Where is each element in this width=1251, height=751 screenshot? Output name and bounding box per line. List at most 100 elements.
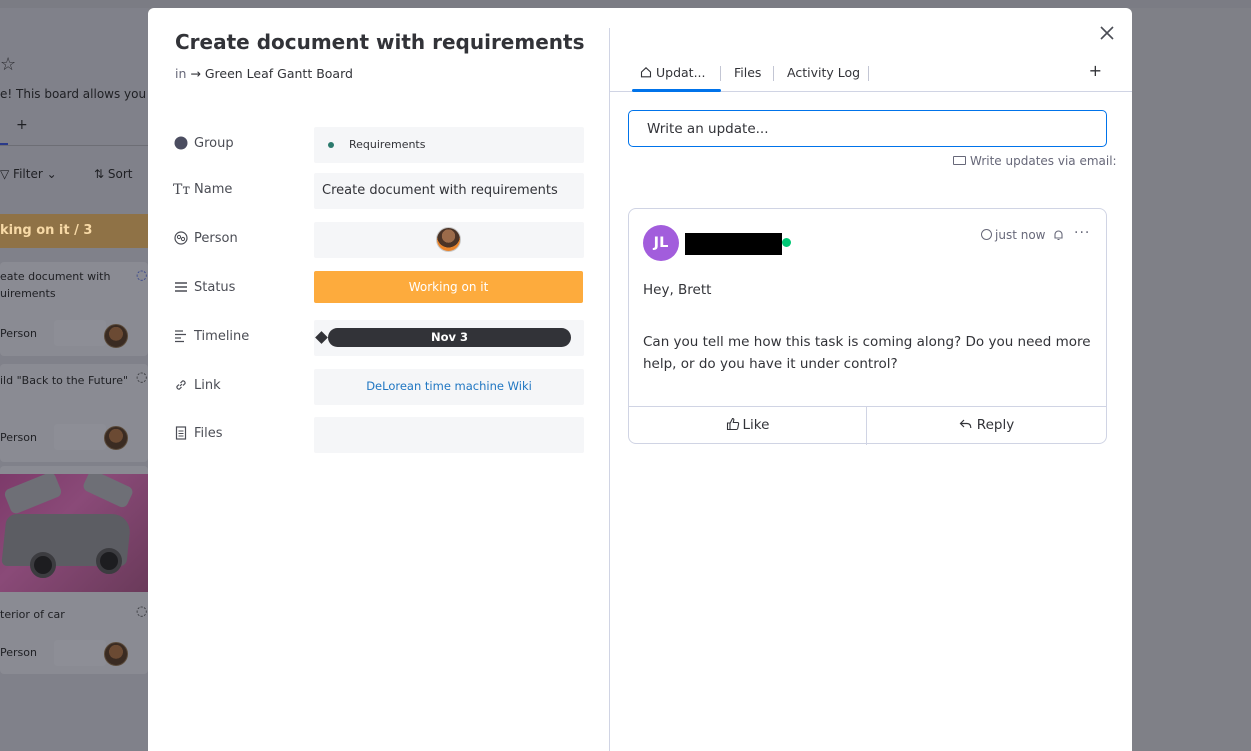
link-value-cell[interactable]: DeLorean time machine Wiki bbox=[314, 369, 584, 405]
card-cover-image bbox=[0, 474, 148, 592]
breadcrumb-prefix: in bbox=[175, 66, 187, 81]
card-title-line: terior of car bbox=[0, 608, 65, 621]
card-person-cell[interactable] bbox=[54, 640, 106, 666]
post-message: Can you tell me how this task is coming … bbox=[643, 334, 1091, 372]
car-door-shape bbox=[81, 474, 135, 510]
add-tab-button[interactable]: + bbox=[1089, 61, 1102, 80]
reply-label: Reply bbox=[976, 417, 1015, 433]
field-label: Status bbox=[194, 280, 236, 295]
field-label: Person bbox=[194, 231, 238, 246]
breadcrumb: in → Green Leaf Gantt Board bbox=[175, 66, 353, 81]
field-label: Timeline bbox=[194, 329, 250, 344]
reply-button[interactable]: Reply bbox=[867, 407, 1106, 445]
kanban-card[interactable]: eate document with uirements ◌ Person bbox=[0, 262, 148, 356]
board-left-panel: ☆ e! This board allows you to + ▽ Filter… bbox=[0, 8, 162, 751]
tab-label: Updat... bbox=[656, 65, 706, 80]
arrow-right-icon: → bbox=[190, 66, 201, 81]
milestone-diamond-icon bbox=[315, 331, 328, 344]
clock-icon bbox=[981, 229, 992, 240]
reply-icon bbox=[959, 419, 972, 429]
home-icon bbox=[640, 67, 652, 78]
view-tabs-divider bbox=[0, 145, 148, 146]
card-title-line: ild "Back to the Future" bbox=[0, 374, 129, 387]
tab-updates[interactable]: Updat... bbox=[640, 65, 706, 80]
email-updates-link[interactable]: Write updates via email: bbox=[953, 154, 1117, 168]
star-icon[interactable]: ☆ bbox=[0, 54, 16, 75]
card-person-label: Person bbox=[0, 431, 37, 444]
car-wheel-shape bbox=[96, 548, 122, 574]
like-label: Like bbox=[742, 417, 770, 433]
thumbs-up-icon bbox=[726, 417, 739, 431]
filter-button[interactable]: ▽ Filter ⌄ bbox=[0, 167, 57, 181]
field-timeline: Timeline Nov 3 bbox=[173, 320, 584, 356]
sort-label: Sort bbox=[107, 167, 133, 181]
post-actions: Like Reply bbox=[629, 406, 1106, 445]
card-title-line: eate document with bbox=[0, 270, 111, 283]
email-icon bbox=[953, 156, 966, 165]
item-title[interactable]: Create document with requirements bbox=[175, 30, 584, 54]
kanban-card[interactable]: ild "Back to the Future" ◌ Person bbox=[0, 364, 148, 462]
avatar bbox=[104, 426, 128, 450]
link-icon bbox=[173, 378, 189, 394]
tab-files[interactable]: Files bbox=[734, 65, 761, 80]
add-view-button[interactable]: + bbox=[16, 117, 28, 133]
status-lines-icon bbox=[173, 280, 189, 296]
field-name: Tт Name Create document with requirement… bbox=[173, 173, 584, 209]
active-tab-underline bbox=[632, 89, 721, 92]
avatar[interactable]: JL bbox=[643, 225, 679, 261]
post-time: just now bbox=[995, 228, 1046, 242]
car-wheel-shape bbox=[30, 552, 56, 578]
field-label: Files bbox=[194, 426, 223, 441]
field-group: Group Requirements bbox=[173, 127, 584, 163]
item-details-panel: Create document with requirements in → G… bbox=[148, 8, 609, 751]
comment-icon[interactable]: ◌ bbox=[136, 268, 147, 283]
bell-icon[interactable] bbox=[1053, 229, 1064, 244]
more-icon[interactable]: ··· bbox=[1074, 225, 1090, 241]
timeline-value-cell[interactable]: Nov 3 bbox=[314, 320, 584, 356]
chevron-down-icon: ⌄ bbox=[42, 167, 57, 181]
status-label[interactable]: Working on it bbox=[314, 271, 583, 303]
group-value-cell[interactable]: Requirements bbox=[314, 127, 584, 163]
avatar[interactable] bbox=[436, 227, 461, 252]
redacted-author-name bbox=[685, 233, 782, 255]
card-title-line: uirements bbox=[0, 287, 56, 300]
text-icon: Tт bbox=[173, 182, 191, 198]
update-post: JL just now ··· Hey, Brett Can you tell … bbox=[628, 208, 1107, 445]
filter-icon: ▽ bbox=[0, 167, 14, 181]
field-link: Link DeLorean time machine Wiki bbox=[173, 369, 584, 405]
board-description: e! This board allows you to bbox=[0, 87, 162, 101]
card-person-cell[interactable] bbox=[54, 320, 106, 346]
email-link-label: Write updates via email: bbox=[970, 154, 1117, 168]
timeline-icon bbox=[173, 329, 189, 345]
post-body: Hey, Brett Can you tell me how this task… bbox=[643, 279, 1093, 405]
post-greeting: Hey, Brett bbox=[643, 282, 712, 298]
timeline-bar[interactable]: Nov 3 bbox=[328, 328, 571, 347]
board-link[interactable]: Green Leaf Gantt Board bbox=[205, 66, 353, 81]
field-label: Link bbox=[194, 378, 221, 393]
name-value-cell[interactable]: Create document with requirements bbox=[314, 173, 584, 209]
link-value[interactable]: DeLorean time machine Wiki bbox=[314, 379, 584, 393]
file-icon bbox=[173, 426, 189, 442]
card-person-label: Person bbox=[0, 646, 37, 659]
comment-icon[interactable]: ◌ bbox=[136, 604, 147, 619]
card-person-cell[interactable] bbox=[54, 424, 106, 450]
avatar bbox=[104, 324, 128, 348]
like-button[interactable]: Like bbox=[629, 407, 866, 445]
comment-icon[interactable]: ◌ bbox=[136, 370, 147, 385]
field-person: Person bbox=[173, 222, 584, 258]
field-label: Name bbox=[194, 182, 233, 197]
tab-activity-log[interactable]: Activity Log bbox=[787, 65, 860, 80]
update-input[interactable]: Write an update... bbox=[628, 110, 1107, 147]
filter-label: Filter bbox=[13, 167, 43, 181]
board-top-strip bbox=[0, 0, 1251, 8]
field-files: Files bbox=[173, 417, 584, 453]
files-value-cell[interactable] bbox=[314, 417, 584, 453]
panel-divider bbox=[609, 28, 610, 751]
sort-button[interactable]: ⇅ Sort bbox=[94, 167, 132, 181]
person-value-cell[interactable] bbox=[314, 222, 584, 258]
circle-icon bbox=[173, 136, 189, 152]
avatar bbox=[104, 642, 128, 666]
kanban-group-header[interactable]: king on it / 3 bbox=[0, 214, 148, 248]
post-timestamp: just now bbox=[981, 228, 1045, 242]
online-status-dot bbox=[782, 238, 791, 247]
